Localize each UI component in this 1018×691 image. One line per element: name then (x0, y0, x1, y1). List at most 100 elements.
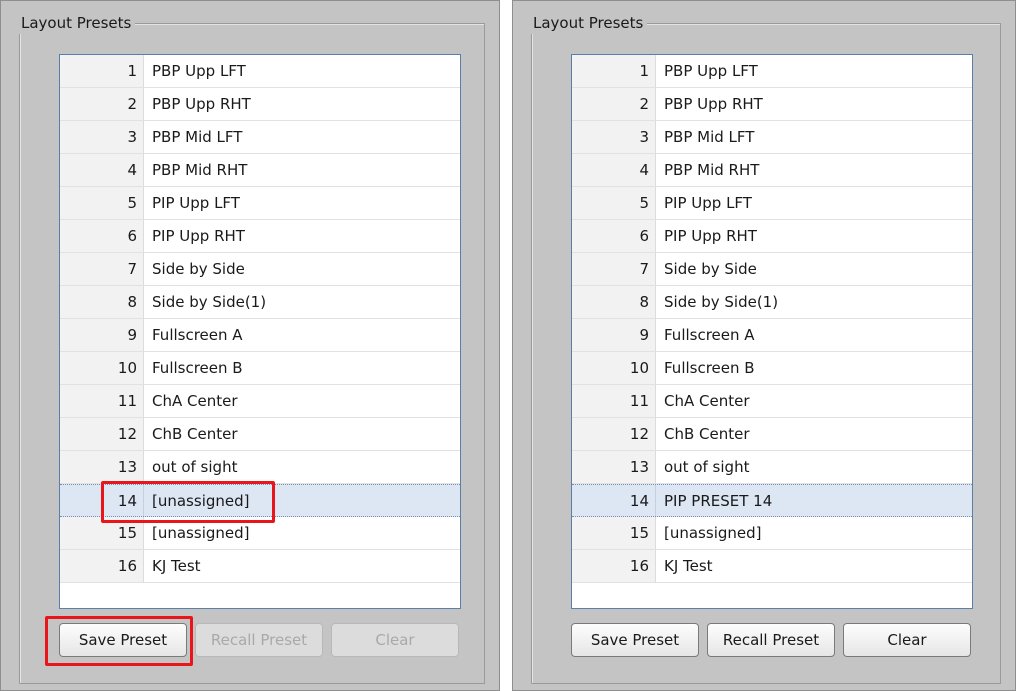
preset-name: PIP PRESET 14 (664, 492, 773, 510)
preset-number: 14 (572, 485, 656, 516)
preset-number: 3 (572, 121, 656, 153)
preset-name: PBP Mid LFT (664, 128, 755, 146)
preset-row[interactable]: 5 PIP Upp LFT (572, 187, 972, 220)
preset-row[interactable]: 13 out of sight (60, 451, 460, 484)
preset-row[interactable]: 5 PIP Upp LFT (60, 187, 460, 220)
preset-number: 16 (60, 550, 144, 582)
preset-row[interactable]: 16 KJ Test (60, 550, 460, 583)
preset-name: ChB Center (664, 425, 750, 443)
clear-button[interactable]: Clear (331, 623, 459, 657)
preset-number: 7 (572, 253, 656, 285)
preset-name: PBP Upp LFT (152, 62, 246, 80)
preset-name: PBP Mid RHT (664, 161, 760, 179)
preset-row[interactable]: 12 ChB Center (572, 418, 972, 451)
preset-row[interactable]: 1 PBP Upp LFT (572, 55, 972, 88)
save-preset-button[interactable]: Save Preset (59, 623, 187, 657)
preset-number: 16 (572, 550, 656, 582)
preset-row[interactable]: 15 [unassigned] (572, 517, 972, 550)
preset-number: 1 (60, 55, 144, 87)
preset-row[interactable]: 3 PBP Mid LFT (572, 121, 972, 154)
preset-name: PBP Upp RHT (152, 95, 251, 113)
preset-number: 14 (60, 485, 144, 516)
preset-name: PIP Upp RHT (152, 227, 245, 245)
recall-preset-button[interactable]: Recall Preset (195, 623, 323, 657)
preset-number: 13 (60, 451, 144, 483)
preset-name: ChB Center (152, 425, 238, 443)
preset-row[interactable]: 8 Side by Side(1) (60, 286, 460, 319)
preset-row[interactable]: 2 PBP Upp RHT (572, 88, 972, 121)
preset-row[interactable]: 4 PBP Mid RHT (572, 154, 972, 187)
preset-row[interactable]: 9 Fullscreen A (60, 319, 460, 352)
preset-list[interactable]: 1 PBP Upp LFT 2 PBP Upp RHT 3 PBP Mid LFT 4… (59, 54, 461, 609)
preset-row[interactable]: 6 PIP Upp RHT (572, 220, 972, 253)
preset-row[interactable]: 10 Fullscreen B (572, 352, 972, 385)
preset-number: 1 (572, 55, 656, 87)
preset-name: PBP Mid RHT (152, 161, 248, 179)
preset-row[interactable]: 4 PBP Mid RHT (60, 154, 460, 187)
preset-row[interactable]: 13 out of sight (572, 451, 972, 484)
preset-number: 11 (60, 385, 144, 417)
preset-name: Side by Side (152, 260, 245, 278)
preset-name: PBP Upp RHT (664, 95, 763, 113)
preset-name: PBP Upp LFT (664, 62, 758, 80)
preset-number: 12 (572, 418, 656, 450)
preset-name: ChA Center (152, 392, 238, 410)
preset-number: 8 (60, 286, 144, 318)
preset-row[interactable]: 9 Fullscreen A (572, 319, 972, 352)
preset-row[interactable]: 15 [unassigned] (60, 517, 460, 550)
preset-row[interactable]: 11 ChA Center (572, 385, 972, 418)
preset-name: [unassigned] (664, 524, 762, 542)
preset-number: 15 (60, 517, 144, 549)
preset-row[interactable]: 12 ChB Center (60, 418, 460, 451)
preset-number: 9 (60, 319, 144, 351)
preset-row[interactable]: 7 Side by Side (60, 253, 460, 286)
preset-name: Fullscreen B (664, 359, 755, 377)
preset-number: 3 (60, 121, 144, 153)
preset-number: 10 (60, 352, 144, 384)
preset-number: 5 (60, 187, 144, 219)
preset-row[interactable]: 8 Side by Side(1) (572, 286, 972, 319)
preset-name: Fullscreen B (152, 359, 243, 377)
group-title: Layout Presets (17, 12, 136, 34)
preset-button-bar: Save Preset Recall Preset Clear (571, 623, 971, 657)
preset-row[interactable]: 11 ChA Center (60, 385, 460, 418)
preset-number: 10 (572, 352, 656, 384)
preset-row[interactable]: 16 KJ Test (572, 550, 972, 583)
preset-number: 2 (572, 88, 656, 120)
preset-name: Side by Side(1) (664, 293, 779, 311)
preset-row[interactable]: 2 PBP Upp RHT (60, 88, 460, 121)
preset-name: KJ Test (664, 557, 713, 575)
preset-list[interactable]: 1 PBP Upp LFT 2 PBP Upp RHT 3 PBP Mid LFT 4… (571, 54, 973, 609)
preset-name: PIP Upp LFT (152, 194, 240, 212)
preset-name: ChA Center (664, 392, 750, 410)
preset-number: 2 (60, 88, 144, 120)
layout-presets-panel-left: Layout Presets 1 PBP Upp LFT 2 PBP Upp RHT… (0, 0, 500, 691)
layout-presets-panel-right: Layout Presets 1 PBP Upp LFT 2 PBP Upp RHT… (512, 0, 1016, 691)
preset-number: 12 (60, 418, 144, 450)
preset-name: out of sight (152, 458, 238, 476)
preset-number: 4 (60, 154, 144, 186)
preset-number: 6 (60, 220, 144, 252)
preset-name: Fullscreen A (664, 326, 755, 344)
preset-row-selected[interactable]: 14 PIP PRESET 14 (572, 484, 972, 517)
preset-row[interactable]: 1 PBP Upp LFT (60, 55, 460, 88)
preset-name: PIP Upp LFT (664, 194, 752, 212)
preset-row[interactable]: 7 Side by Side (572, 253, 972, 286)
preset-number: 6 (572, 220, 656, 252)
preset-name: PBP Mid LFT (152, 128, 243, 146)
preset-row-selected[interactable]: 14 [unassigned] (60, 484, 460, 517)
group-title: Layout Presets (529, 12, 648, 34)
save-preset-button[interactable]: Save Preset (571, 623, 699, 657)
preset-button-bar: Save Preset Recall Preset Clear (59, 623, 459, 657)
preset-name: Fullscreen A (152, 326, 243, 344)
recall-preset-button[interactable]: Recall Preset (707, 623, 835, 657)
preset-name: [unassigned] (152, 524, 250, 542)
preset-row[interactable]: 6 PIP Upp RHT (60, 220, 460, 253)
preset-row[interactable]: 10 Fullscreen B (60, 352, 460, 385)
preset-name: [unassigned] (152, 492, 250, 510)
clear-button[interactable]: Clear (843, 623, 971, 657)
preset-name: Side by Side (664, 260, 757, 278)
preset-row[interactable]: 3 PBP Mid LFT (60, 121, 460, 154)
preset-number: 15 (572, 517, 656, 549)
preset-number: 7 (60, 253, 144, 285)
